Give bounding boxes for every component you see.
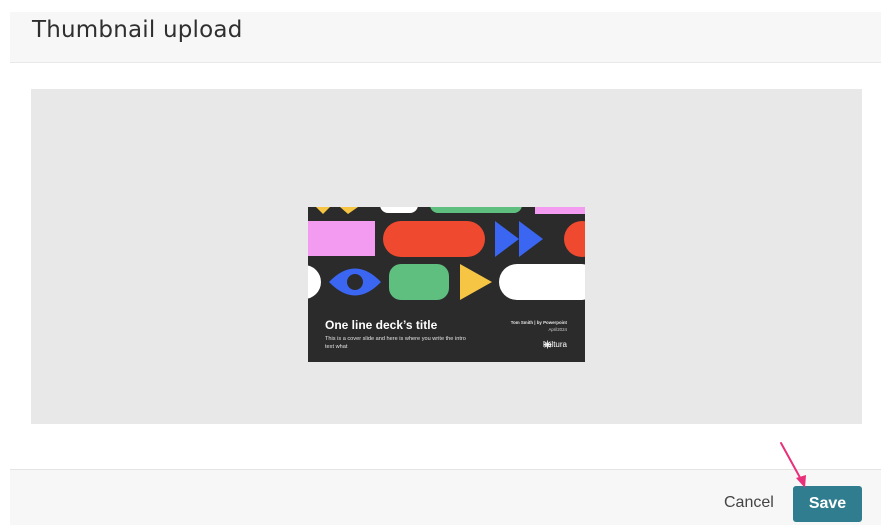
save-button[interactable]: Save — [793, 486, 862, 522]
deck-subtitle: This is a cover slide and here is where … — [325, 336, 466, 350]
deck-title: One line deck’s title — [325, 318, 438, 332]
thumbnail-preview-area: One line deck’s title This is a cover sl… — [31, 89, 862, 424]
annotation-arrow-icon — [780, 442, 806, 488]
kaltura-logo: kaltura — [543, 340, 567, 349]
dialog-footer: Cancel Save — [10, 469, 881, 525]
deck-date: April2024 — [548, 327, 567, 332]
dialog-title: Thumbnail upload — [32, 17, 243, 43]
kaltura-logo-icon — [543, 340, 552, 349]
deck-author: Tom Smith | by Powerpoint — [510, 320, 567, 325]
dialog-header: Thumbnail upload — [10, 12, 881, 63]
thumbnail-image: One line deck’s title This is a cover sl… — [308, 207, 585, 362]
cancel-button[interactable]: Cancel — [724, 494, 774, 512]
thumbnail-upload-dialog: Thumbnail upload One line deck’s title T… — [0, 0, 881, 525]
